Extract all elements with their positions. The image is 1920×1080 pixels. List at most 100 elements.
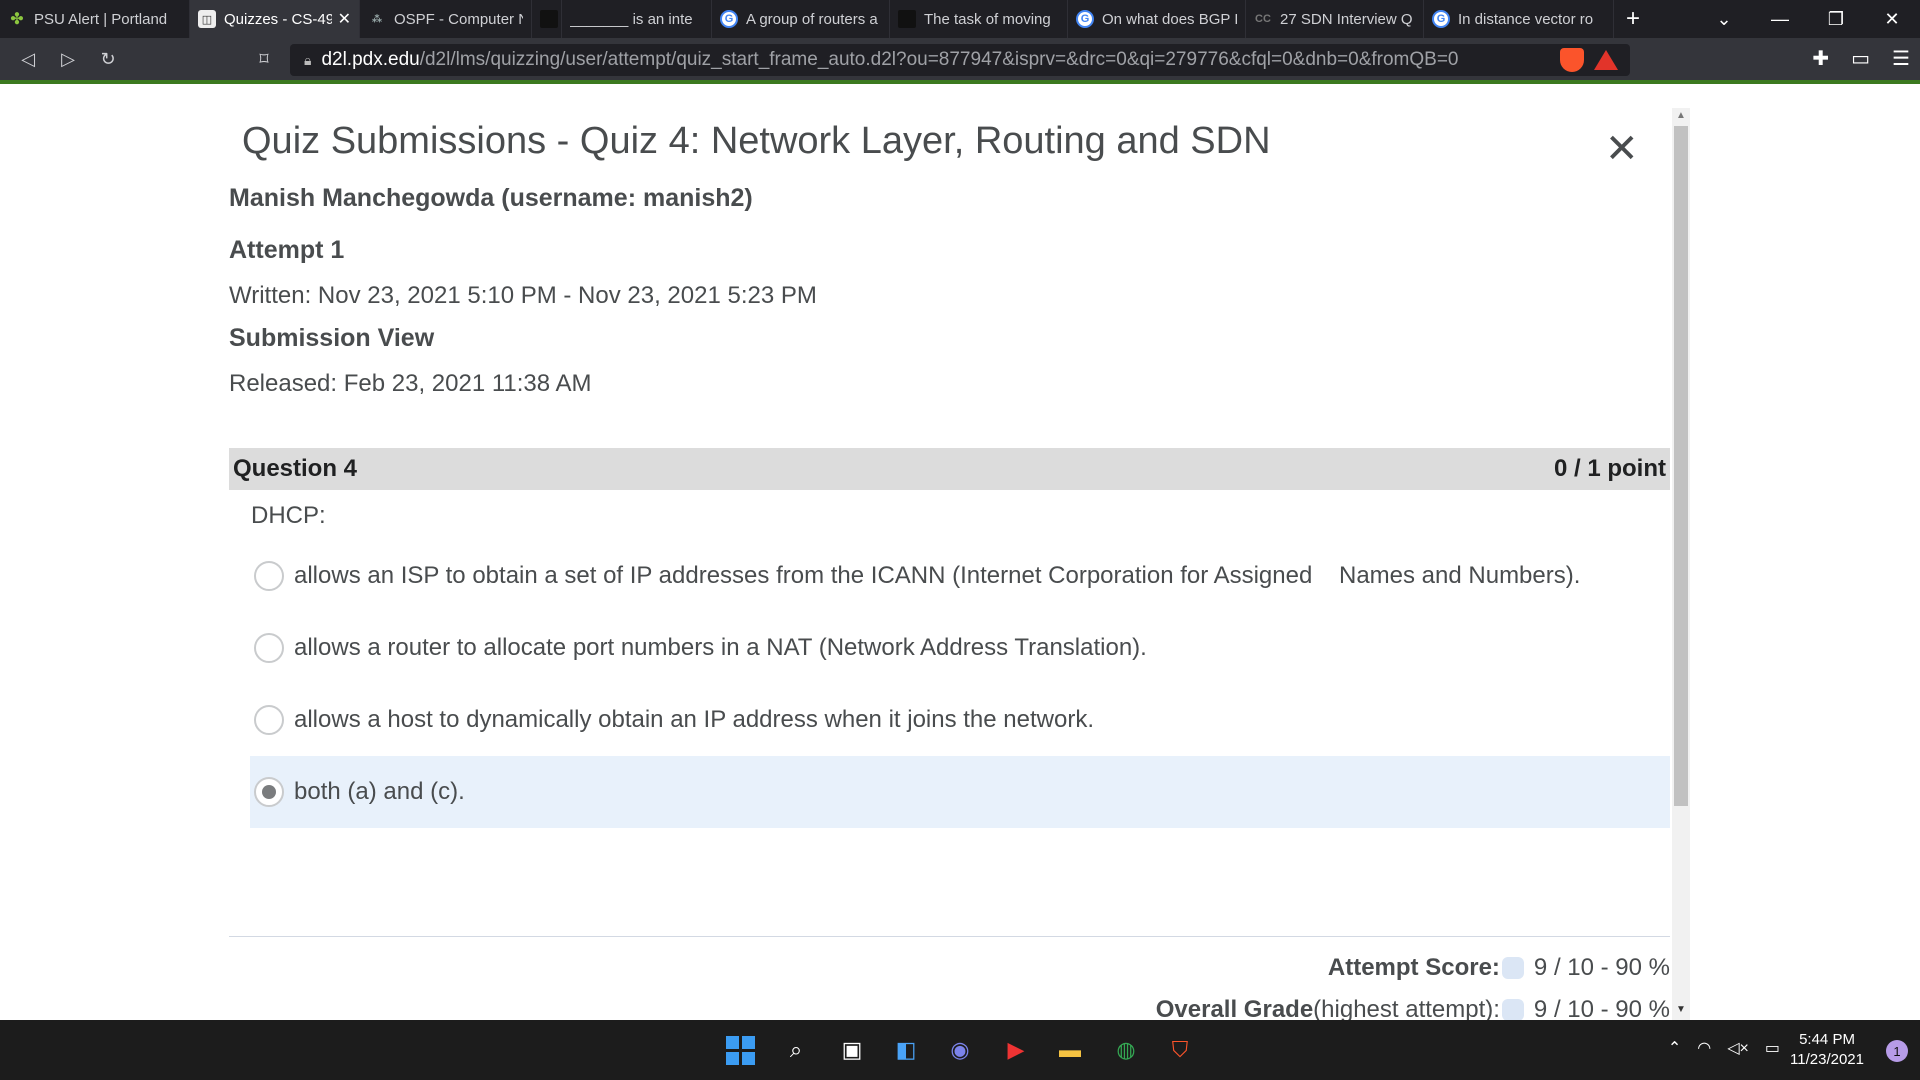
tab-label: OSPF - Computer N: [394, 10, 523, 28]
answer-option-text: allows a host to dynamically obtain an I…: [294, 706, 1094, 733]
tab-label: A group of routers a: [746, 10, 878, 28]
tab-label: The task of moving: [924, 10, 1051, 28]
attempt-score: Attempt Score: 9 / 10 - 90 %: [1328, 954, 1670, 982]
browser-tab-strip: ✤ PSU Alert | Portland ◫ Quizzes - CS-49 ✕ ⁂ O…: [0, 0, 1920, 38]
radio-button[interactable]: [254, 705, 284, 735]
browser-toolbar: ◁ ▷ ↻ ⌑ 🔒︎ d2l.pdx.edu /d2l/lms/quizzing…: [0, 38, 1920, 84]
attempt-heading: Attempt 1: [229, 236, 345, 264]
extensions-icon[interactable]: ✚: [1812, 46, 1829, 71]
answer-option[interactable]: allows a router to allocate port numbers…: [250, 612, 1670, 684]
question-label: Question 4: [233, 455, 358, 482]
answer-option-text: allows a router to allocate port numbers…: [294, 634, 1147, 661]
close-icon[interactable]: ✕: [1605, 126, 1639, 172]
scroll-up-icon[interactable]: ▲: [1676, 110, 1686, 121]
tab-label: _______ is an inte: [570, 10, 693, 28]
address-bar[interactable]: 🔒︎ d2l.pdx.edu /d2l/lms/quizzing/user/at…: [290, 44, 1630, 76]
tab-label: 27 SDN Interview Q: [1280, 10, 1413, 28]
tab-label: On what does BGP I: [1102, 10, 1237, 28]
clock-time: 5:44 PM: [1799, 1031, 1855, 1048]
written-time: Written: Nov 23, 2021 5:10 PM - Nov 23, …: [229, 282, 817, 309]
divider: [229, 936, 1670, 937]
file-explorer-icon[interactable]: ▬: [1054, 1034, 1086, 1066]
d2l-icon: ◫: [198, 10, 216, 28]
tab-label: In distance vector ro: [1458, 10, 1594, 28]
battery-icon[interactable]: ▭: [1765, 1038, 1780, 1058]
user-name: Manish Manchegowda (username: manish2): [229, 184, 753, 212]
browser-tab[interactable]: ✤ PSU Alert | Portland: [0, 0, 190, 38]
released-time: Released: Feb 23, 2021 11:38 AM: [229, 370, 592, 397]
browser-tab[interactable]: [532, 0, 562, 38]
radio-button[interactable]: [254, 561, 284, 591]
answer-option[interactable]: both (a) and (c).: [250, 756, 1670, 828]
radio-selected-dot: [262, 785, 276, 799]
attempt-score-label: Attempt Score:: [1327, 954, 1500, 981]
answer-option[interactable]: allows an ISP to obtain a set of IP addr…: [250, 540, 1670, 612]
scroll-down-icon[interactable]: ▼: [1676, 1004, 1686, 1015]
restore-icon[interactable]: ❐: [1808, 0, 1864, 38]
forward-icon[interactable]: ▷: [48, 49, 88, 70]
brave-icon[interactable]: ⛉: [1164, 1034, 1196, 1066]
score-chip: [1501, 957, 1524, 979]
notification-badge[interactable]: 1: [1886, 1040, 1908, 1062]
tab-search-icon[interactable]: ⌄: [1696, 0, 1752, 38]
scrollbar[interactable]: ▲: [1672, 108, 1690, 1020]
bookmark-icon[interactable]: ⌑: [244, 49, 284, 70]
ospf-icon: ⁂: [371, 13, 383, 25]
chrome-icon[interactable]: ◍: [1110, 1034, 1142, 1066]
google-icon: G: [1432, 10, 1450, 28]
answer-option[interactable]: allows a host to dynamically obtain an I…: [250, 684, 1670, 756]
radio-button[interactable]: [254, 633, 284, 663]
browser-tab[interactable]: ⁂ OSPF - Computer N: [360, 0, 532, 38]
question-header: Question 4 0 / 1 point: [229, 448, 1670, 490]
brave-shields-icon[interactable]: [1560, 48, 1584, 72]
question-text: DHCP:: [251, 502, 326, 529]
browser-tab[interactable]: G In distance vector ro: [1424, 0, 1614, 38]
url-path: /d2l/lms/quizzing/user/attempt/quiz_star…: [419, 49, 1459, 70]
attempt-score-value: 9 / 10 - 90 %: [1533, 954, 1670, 981]
tab-label: Quizzes - CS-49: [224, 10, 332, 28]
reload-icon[interactable]: ↻: [88, 49, 128, 70]
answer-option-text: both (a) and (c).: [294, 778, 465, 805]
lock-icon: 🔒︎: [304, 51, 312, 68]
windows-taskbar: ⌕ ▣ ◧ ◉ ▶ ▬ ◍ ⛉ ⌃ ◠ ◁× ▭ 5:44 PM 11/23/2…: [0, 1020, 1920, 1080]
browser-tab[interactable]: G A group of routers a: [712, 0, 890, 38]
widgets-icon[interactable]: ◧: [890, 1034, 922, 1066]
wifi-icon[interactable]: ◠: [1697, 1038, 1711, 1058]
task-view-icon[interactable]: ▣: [836, 1034, 868, 1066]
clock-date: 11/23/2021: [1790, 1051, 1864, 1068]
volume-mute-icon[interactable]: ◁×: [1727, 1038, 1749, 1058]
browser-tab[interactable]: G On what does BGP I: [1068, 0, 1246, 38]
start-icon[interactable]: [724, 1034, 756, 1066]
question-points: 0 / 1 point: [1553, 455, 1666, 482]
wallet-icon[interactable]: ▭: [1851, 46, 1870, 71]
menu-icon[interactable]: ☰: [1892, 46, 1910, 71]
clock[interactable]: 5:44 PM 11/23/2021: [1790, 1030, 1864, 1070]
cc-icon: CC: [1255, 13, 1271, 25]
radio-button[interactable]: [254, 777, 284, 807]
browser-tab[interactable]: ◫ Quizzes - CS-49 ✕: [190, 0, 360, 38]
url-host: d2l.pdx.edu: [321, 49, 420, 70]
brave-rewards-icon[interactable]: [1594, 50, 1618, 70]
page-content: Quiz Submissions - Quiz 4: Network Layer…: [0, 88, 1920, 1023]
back-icon[interactable]: ◁: [8, 49, 48, 70]
search-icon[interactable]: ⌕: [780, 1034, 812, 1066]
answer-option-text: allows an ISP to obtain a set of IP addr…: [294, 562, 1581, 589]
media-player-icon[interactable]: ▶: [1000, 1034, 1032, 1066]
browser-tab[interactable]: _______ is an inte: [562, 0, 712, 38]
grade-chip: [1501, 999, 1524, 1021]
system-tray: ⌃ ◠ ◁× ▭: [1668, 1038, 1780, 1058]
submission-view-heading: Submission View: [229, 324, 435, 352]
blank-icon: [898, 10, 916, 28]
window-controls: ⌄ — ❐ ✕: [1696, 0, 1920, 38]
new-tab-icon[interactable]: +: [1614, 5, 1652, 33]
tab-close-icon[interactable]: ✕: [338, 9, 351, 29]
google-icon: G: [720, 10, 738, 28]
teams-chat-icon[interactable]: ◉: [944, 1034, 976, 1066]
browser-tab[interactable]: The task of moving: [890, 0, 1068, 38]
scroll-thumb[interactable]: [1674, 126, 1688, 806]
browser-tab[interactable]: CC 27 SDN Interview Q: [1246, 0, 1424, 38]
page-title: Quiz Submissions - Quiz 4: Network Layer…: [242, 120, 1271, 162]
window-close-icon[interactable]: ✕: [1864, 0, 1920, 38]
chevron-up-icon[interactable]: ⌃: [1668, 1038, 1681, 1058]
minimize-icon[interactable]: —: [1752, 0, 1808, 38]
